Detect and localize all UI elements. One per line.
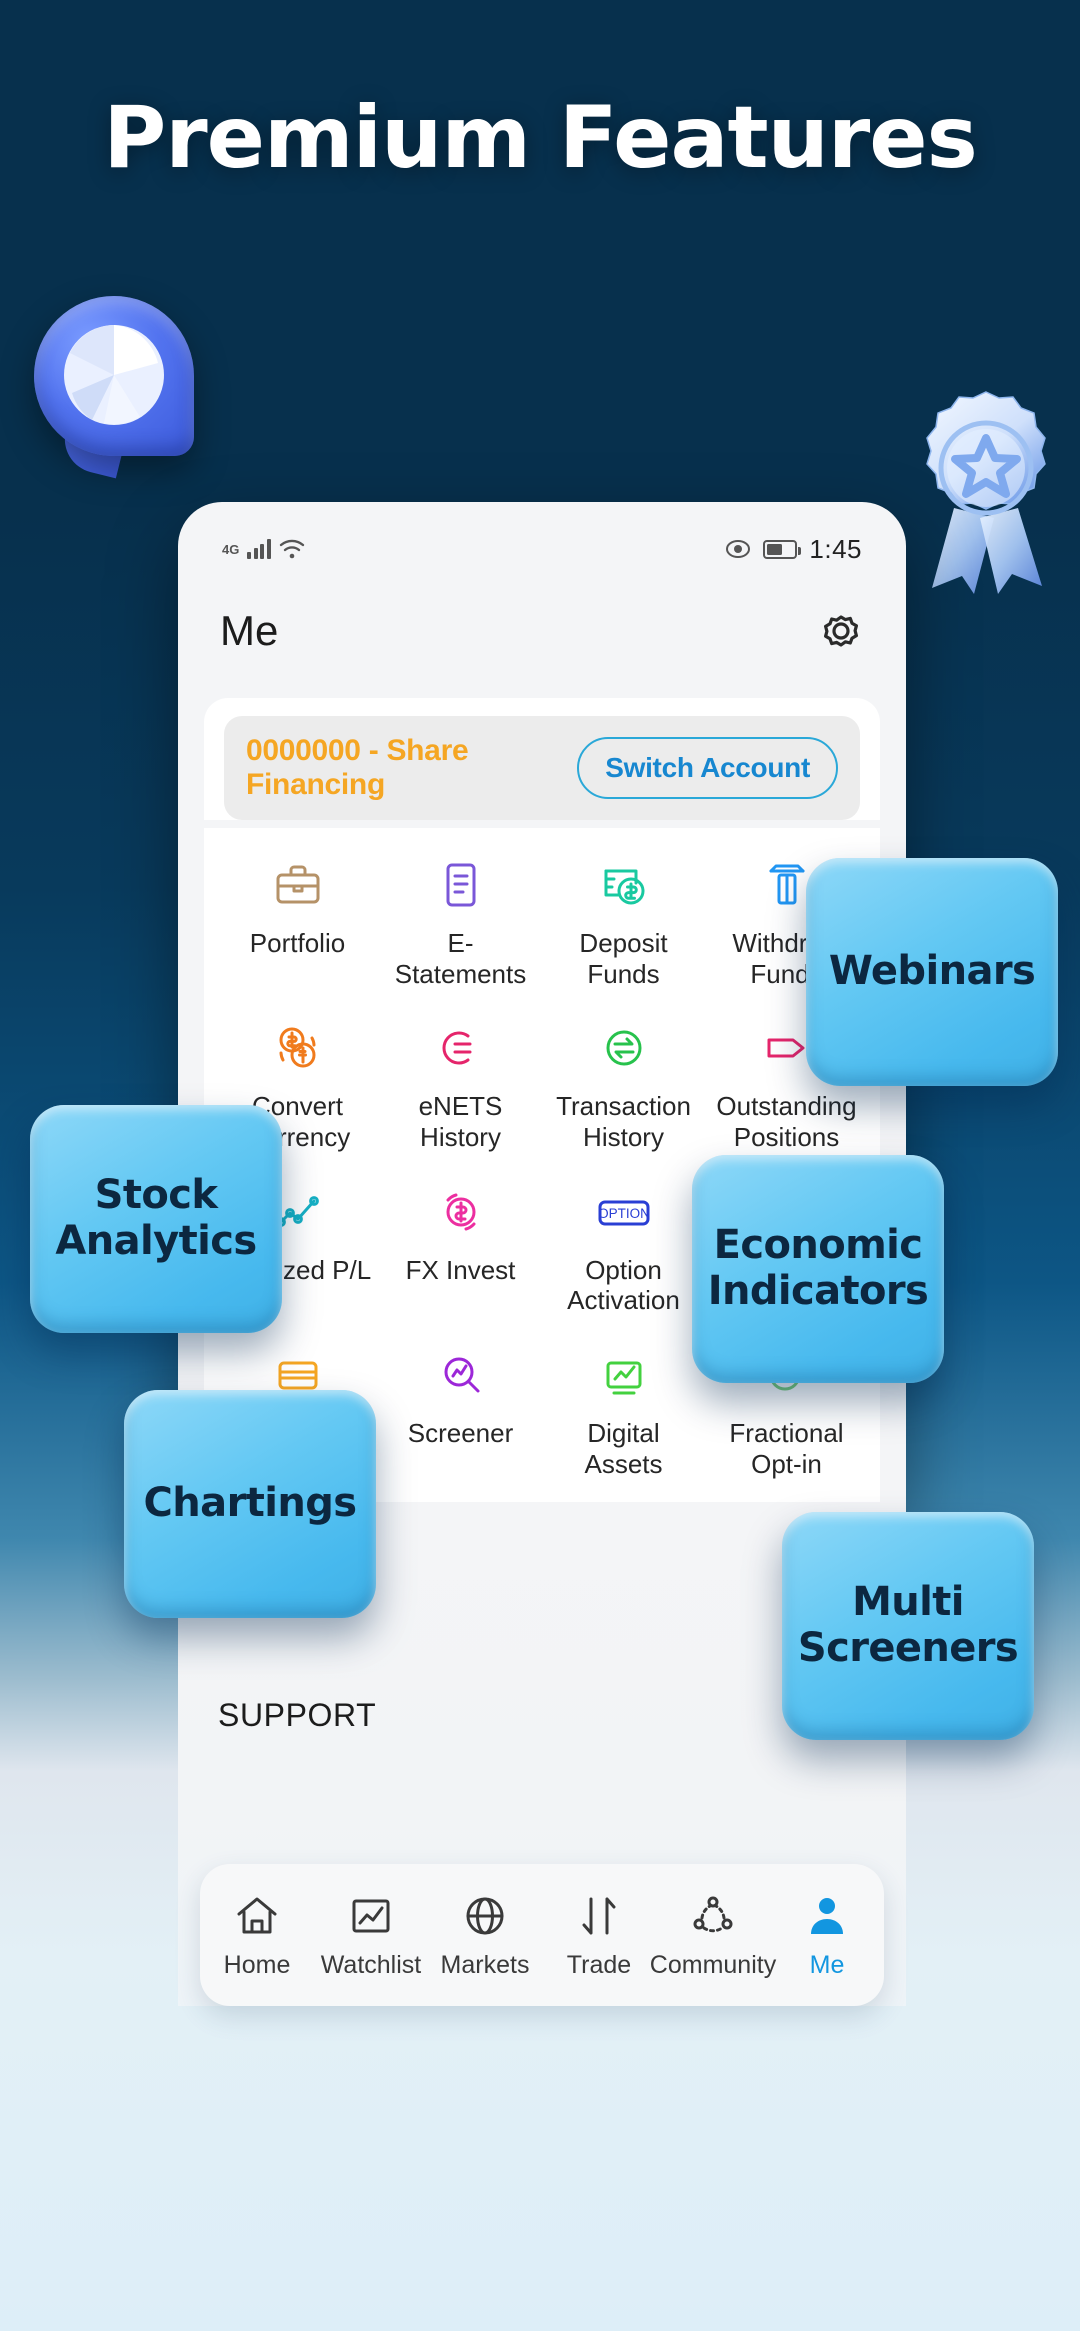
status-bar: 4G 1:45 [178, 524, 906, 574]
logo-chart-glyph [64, 325, 164, 425]
currency-exchange-icon [279, 1027, 315, 1068]
bottom-navigation: Home Watchlist Markets Trade Community Me [200, 1864, 884, 2006]
nav-item-me[interactable]: Me [770, 1890, 884, 1980]
nav-item-home[interactable]: Home [200, 1890, 314, 1980]
transfer-arrows-icon [598, 1021, 650, 1075]
dollar-refresh-icon [446, 1193, 475, 1231]
signal-bars-icon [247, 539, 271, 559]
grid-item-label: Portfolio [249, 928, 346, 958]
transfer-arrows-icon [606, 1030, 641, 1066]
search-chart-icon [435, 1348, 487, 1402]
digital-assets-icon [606, 1361, 641, 1395]
app-header: Me [178, 588, 906, 674]
document-lines-icon [446, 863, 475, 907]
grid-item-label: Fractional Opt-in [729, 1418, 844, 1479]
poster-canvas: Premium Features 4G 1:45 Me 0000000 - Sh… [0, 0, 1080, 2331]
feature-card-multi-screeners[interactable]: Multi Screeners [782, 1512, 1034, 1740]
app-logo-chart-bubble [34, 296, 194, 479]
account-name: 0000000 - Share Financing [246, 734, 469, 801]
enets-icon [442, 1031, 471, 1065]
nav-item-label: Markets [440, 1951, 530, 1979]
currency-exchange-icon [272, 1021, 324, 1075]
grid-item-label: Digital Assets [584, 1418, 663, 1479]
grid-item-label: FX Invest [405, 1254, 516, 1285]
gear-icon[interactable] [818, 608, 864, 654]
wallet-dollar-icon [604, 869, 644, 905]
nav-item-label: Watchlist [320, 1951, 422, 1979]
briefcase-icon [276, 865, 319, 904]
feature-card-chartings[interactable]: Chartings [124, 1390, 376, 1618]
grid-item-transaction-history[interactable]: Transaction History [542, 1001, 705, 1160]
atm-cash-icon [761, 858, 813, 912]
network-label: 4G [222, 541, 240, 557]
award-ribbon-badge [926, 391, 1046, 594]
grid-item-enets-history[interactable]: eNETS History [379, 1001, 542, 1160]
trade-arrows-icon [582, 1897, 616, 1935]
page-title: Premium Features [103, 88, 978, 188]
option-badge-icon: OPTION [598, 1200, 650, 1226]
community-icon [693, 1896, 733, 1933]
grid-item-option-activation[interactable]: OPTION Option Activation [542, 1165, 705, 1324]
wifi-icon [279, 539, 305, 559]
grid-item-e-statements[interactable]: E-Statements [379, 838, 542, 997]
account-card-wrapper: 0000000 - Share Financing Switch Account [204, 698, 880, 820]
nav-item-label: Trade [566, 1951, 632, 1979]
tag-icon [767, 1038, 804, 1058]
grid-item-digital-assets[interactable]: Digital Assets [542, 1328, 705, 1487]
switch-account-button[interactable]: Switch Account [577, 737, 838, 799]
status-time: 1:45 [809, 533, 862, 564]
grid-item-portfolio[interactable]: Portfolio [216, 838, 379, 997]
svg-text:OPTION: OPTION [598, 1206, 650, 1221]
document-lines-icon [435, 858, 487, 912]
grid-item-label: eNETS History [418, 1091, 503, 1153]
wallet-dollar-icon [598, 858, 650, 912]
grid-item-deposit-funds[interactable]: Deposit Funds [542, 838, 705, 997]
grid-item-label: Deposit Funds [579, 928, 668, 989]
grid-item-label: Outstanding Positions [716, 1091, 857, 1153]
account-card: 0000000 - Share Financing Switch Account [224, 716, 860, 820]
grid-item-screener[interactable]: Screener [379, 1328, 542, 1487]
nav-item-watchlist[interactable]: Watchlist [314, 1890, 428, 1980]
nav-item-label: Community [649, 1951, 777, 1979]
nav-item-label: Me [809, 1951, 845, 1979]
briefcase-icon [272, 858, 324, 912]
nav-item-markets[interactable]: Markets [428, 1890, 542, 1980]
tag-icon [761, 1021, 813, 1075]
grid-item-label: Transaction History [556, 1091, 691, 1153]
home-icon [237, 1897, 277, 1934]
option-badge-icon: OPTION [598, 1185, 650, 1239]
person-icon [811, 1898, 843, 1934]
grid-item-fx-invest[interactable]: FX Invest [379, 1165, 542, 1324]
feature-card-economic-indicators[interactable]: Economic Indicators [692, 1155, 944, 1383]
nav-item-label: Home [223, 1951, 291, 1979]
digital-assets-icon [598, 1348, 650, 1402]
dollar-refresh-icon [435, 1185, 487, 1239]
feature-card-webinars[interactable]: Webinars [806, 858, 1058, 1086]
globe-icon [466, 1897, 504, 1935]
support-section-label: SUPPORT [218, 1697, 377, 1733]
feature-card-stock-analytics[interactable]: Stock Analytics [30, 1105, 282, 1333]
nav-item-trade[interactable]: Trade [542, 1890, 656, 1980]
grid-item-label: Option Activation [567, 1254, 680, 1316]
eye-icon [726, 540, 751, 558]
grid-item-label: Screener [407, 1418, 514, 1449]
grid-item-label: E-Statements [394, 928, 527, 989]
watchlist-icon [352, 1899, 390, 1933]
nav-item-community[interactable]: Community [650, 1890, 776, 1980]
search-chart-icon [444, 1357, 479, 1393]
enets-icon [435, 1021, 487, 1075]
page-heading: Me [220, 607, 279, 654]
battery-icon [763, 539, 802, 559]
atm-cash-icon [769, 864, 804, 905]
